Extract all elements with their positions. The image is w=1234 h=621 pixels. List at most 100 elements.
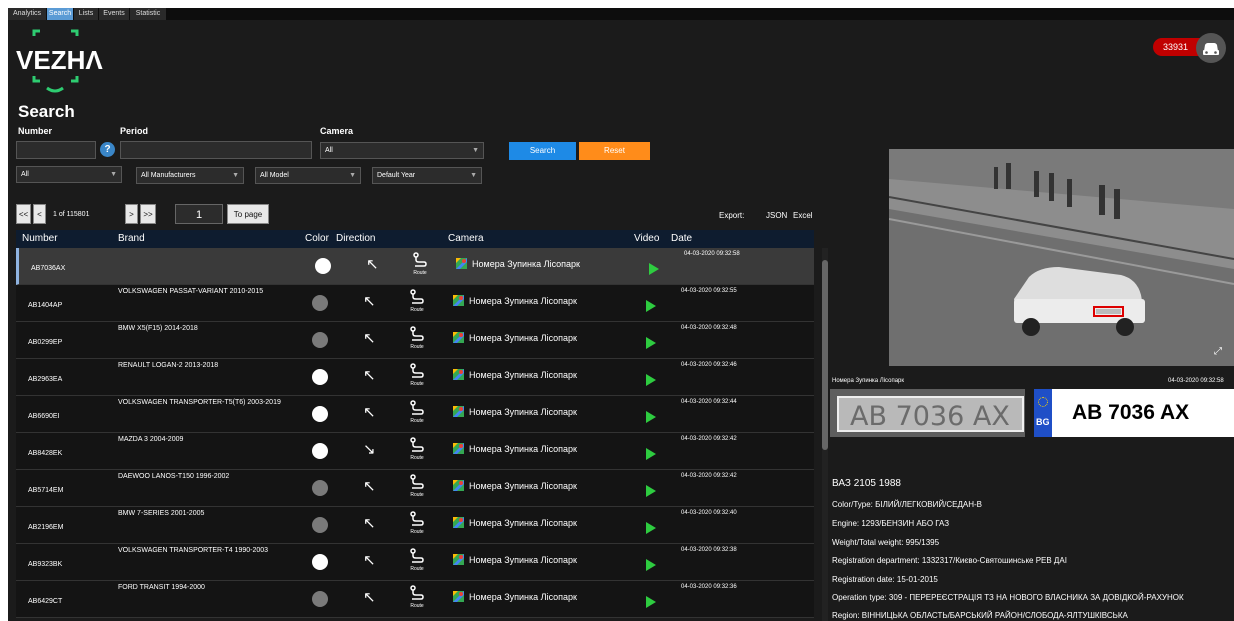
table-row[interactable]: AB6690EI VOLKSWAGEN TRANSPORTER-T5(T6) 20… xyxy=(16,396,814,433)
year-select[interactable]: Default Year ▼ xyxy=(372,167,482,184)
header-brand[interactable]: Brand xyxy=(118,233,145,244)
search-button[interactable]: Search xyxy=(509,142,576,160)
plate-number: AB8428EK xyxy=(28,450,63,457)
table-row[interactable]: AB2963EA RENAULT LOGAN-2 2013-2018 ↖ Route Н… xyxy=(16,359,814,396)
manufacturer-select[interactable]: All Manufacturers ▼ xyxy=(136,167,244,184)
vehicle-brand: VOLKSWAGEN PASSAT-VARIANT 2010-2015 xyxy=(118,288,264,295)
map-icon[interactable] xyxy=(453,406,464,417)
page-info: 1 of 115801 xyxy=(53,211,90,218)
tab-lists[interactable]: Lists xyxy=(74,8,98,20)
direction-arrow-icon: ↖ xyxy=(363,367,376,384)
table-row[interactable]: AB2196EM BMW 7-SERIES 2001-2005 ↖ Route Номе… xyxy=(16,507,814,544)
header-camera[interactable]: Camera xyxy=(448,233,484,244)
vehicle-brand: VOLKSWAGEN TRANSPORTER-T5(T6) 2003-2019 xyxy=(118,399,281,406)
map-icon[interactable] xyxy=(453,369,464,380)
table-row[interactable]: AB0299EP BMW X5(F15) 2014-2018 ↖ Route Номер… xyxy=(16,322,814,359)
route-button[interactable]: Route xyxy=(405,437,429,465)
play-video-icon[interactable] xyxy=(649,263,659,275)
route-button[interactable]: Route xyxy=(405,511,429,539)
route-icon xyxy=(410,326,424,341)
map-icon[interactable] xyxy=(453,517,464,528)
camera-name-text: Номера Зупинка Лісопарк xyxy=(472,259,580,269)
route-icon xyxy=(410,511,424,526)
map-icon[interactable] xyxy=(453,443,464,454)
camera-name: Номера Зупинка Лісопарк xyxy=(453,591,577,602)
route-button[interactable]: Route xyxy=(405,400,429,428)
table-row[interactable]: AB9323BK VOLKSWAGEN TRANSPORTER-T4 1990-2… xyxy=(16,544,814,581)
camera-select[interactable]: All ▼ xyxy=(320,142,484,159)
capture-date: 04-03-2020 09:32:42 xyxy=(681,436,737,442)
table-row[interactable]: AB7036AX ↖ Route Номера Зупинка Лісопарк 04-… xyxy=(16,248,814,285)
vehicle-brand: MAZDA 3 2004-2009 xyxy=(118,436,184,443)
camera-name-text: Номера Зупинка Лісопарк xyxy=(469,592,577,602)
camera-name-text: Номера Зупинка Лісопарк xyxy=(469,518,577,528)
header-direction[interactable]: Direction xyxy=(336,233,375,244)
play-video-icon[interactable] xyxy=(646,411,656,423)
header-date[interactable]: Date xyxy=(671,233,692,244)
route-button[interactable]: Route xyxy=(405,474,429,502)
type-select-value: All xyxy=(21,171,29,178)
logo-text: VEZHΛ xyxy=(16,45,103,75)
route-button[interactable]: Route xyxy=(405,326,429,354)
page-number-input[interactable]: 1 xyxy=(175,204,223,224)
scrollbar-thumb[interactable] xyxy=(822,260,828,450)
play-video-icon[interactable] xyxy=(646,337,656,349)
table-row[interactable]: AB1404AP VOLKSWAGEN PASSAT-VARIANT 2010-2… xyxy=(16,285,814,322)
play-video-icon[interactable] xyxy=(646,300,656,312)
map-icon[interactable] xyxy=(456,258,467,269)
vehicle-color-swatch xyxy=(312,517,328,533)
play-video-icon[interactable] xyxy=(646,448,656,460)
direction-arrow-icon: ↖ xyxy=(363,293,376,310)
map-icon[interactable] xyxy=(453,332,464,343)
table-row[interactable]: AB8428EK MAZDA 3 2004-2009 ↘ Route Номера Зу… xyxy=(16,433,814,470)
header-color[interactable]: Color xyxy=(305,233,329,244)
map-icon[interactable] xyxy=(453,554,464,565)
export-json-link[interactable]: JSON xyxy=(766,211,787,220)
tab-analytics[interactable]: Analytics xyxy=(8,8,46,20)
help-icon[interactable]: ? xyxy=(100,142,115,157)
car-icon[interactable] xyxy=(1196,33,1226,63)
reset-button[interactable]: Reset xyxy=(579,142,650,160)
table-row[interactable]: AB5714EM DAEWOO LANOS-T150 1996-2002 ↖ Rout… xyxy=(16,470,814,507)
period-input[interactable] xyxy=(120,141,312,159)
export-excel-link[interactable]: Excel xyxy=(793,211,813,220)
map-icon[interactable] xyxy=(453,591,464,602)
capture-date: 04-03-2020 09:32:55 xyxy=(681,288,737,294)
play-video-icon[interactable] xyxy=(646,559,656,571)
route-label: Route xyxy=(410,566,424,572)
vehicle-photo[interactable]: ⤢ xyxy=(889,149,1234,366)
plate-crop-image[interactable]: AB 7036 AX xyxy=(830,389,1025,437)
route-button[interactable]: Route xyxy=(408,252,432,280)
play-video-icon[interactable] xyxy=(646,596,656,608)
play-video-icon[interactable] xyxy=(646,522,656,534)
route-button[interactable]: Route xyxy=(405,548,429,576)
tab-search[interactable]: Search xyxy=(47,8,73,20)
model-select[interactable]: All Model ▼ xyxy=(255,167,361,184)
play-video-icon[interactable] xyxy=(646,374,656,386)
vehicle-color-swatch xyxy=(312,443,328,459)
detail-reg-dept: Registration department: 1332317/Києво-С… xyxy=(832,556,1067,565)
route-icon xyxy=(410,289,424,304)
expand-icon[interactable]: ⤢ xyxy=(1214,346,1222,357)
header-video[interactable]: Video xyxy=(634,233,659,244)
number-input[interactable] xyxy=(16,141,96,159)
to-page-button[interactable]: To page xyxy=(227,204,269,224)
route-button[interactable]: Route xyxy=(405,363,429,391)
next-page-button[interactable]: > xyxy=(125,204,138,224)
map-icon[interactable] xyxy=(453,480,464,491)
last-page-button[interactable]: >> xyxy=(140,204,156,224)
table-row[interactable]: AB6429CT FORD TRANSIT 1994-2000 ↖ Route Номе… xyxy=(16,581,814,618)
play-video-icon[interactable] xyxy=(646,485,656,497)
detail-operation: Operation type: 309 - ПЕРЕРЕЄСТРАЦІЯ ТЗ … xyxy=(832,593,1184,602)
vehicle-brand: DAEWOO LANOS-T150 1996-2002 xyxy=(118,473,230,480)
direction-arrow-icon: ↖ xyxy=(363,404,376,421)
route-button[interactable]: Route xyxy=(405,289,429,317)
type-select[interactable]: All ▼ xyxy=(16,166,122,183)
prev-page-button[interactable]: < xyxy=(33,204,46,224)
first-page-button[interactable]: << xyxy=(16,204,31,224)
header-number[interactable]: Number xyxy=(22,233,58,244)
route-button[interactable]: Route xyxy=(405,585,429,613)
map-icon[interactable] xyxy=(453,295,464,306)
tab-statistic[interactable]: Statistic xyxy=(130,8,166,20)
tab-events[interactable]: Events xyxy=(99,8,129,20)
